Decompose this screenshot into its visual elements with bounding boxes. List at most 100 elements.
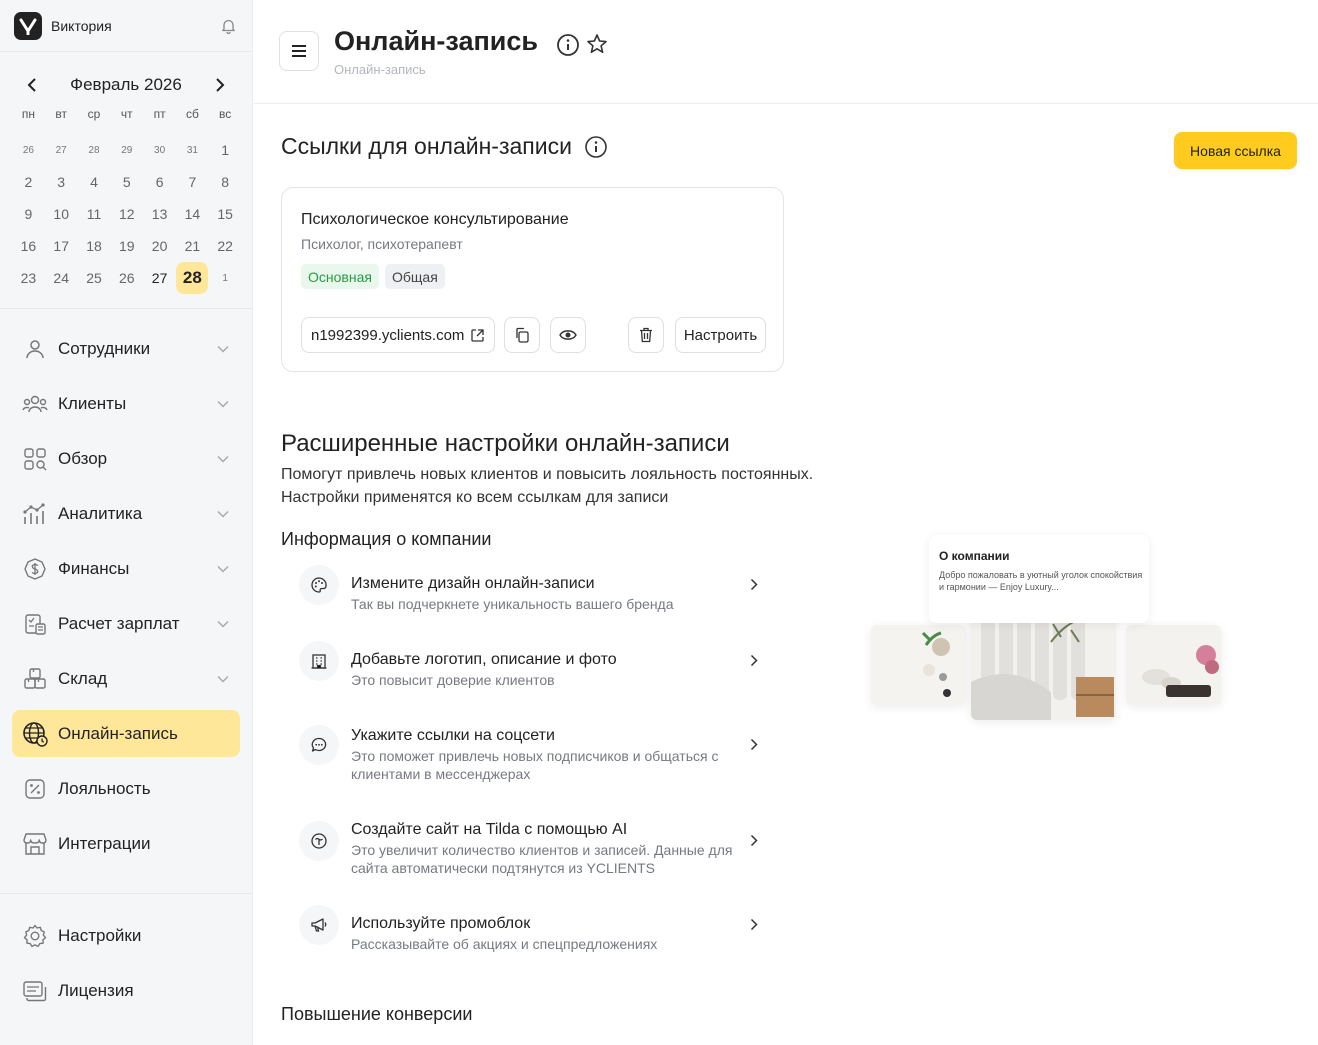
- info-icon[interactable]: [584, 135, 608, 159]
- calendar-day[interactable]: 17: [45, 230, 78, 262]
- chevron-right-icon[interactable]: [208, 73, 232, 97]
- sidebar-item-users[interactable]: Клиенты: [12, 380, 240, 427]
- sidebar-item-analytics[interactable]: Аналитика: [12, 490, 240, 537]
- option-description: Рассказывайте об акциях и спецпредложени…: [351, 936, 658, 952]
- bell-icon[interactable]: [218, 16, 238, 36]
- sidebar-item-percent[interactable]: Лояльность: [12, 765, 240, 812]
- calendar-day[interactable]: 26: [12, 134, 45, 166]
- calendar-day[interactable]: 18: [78, 230, 111, 262]
- sidebar-item-label: Лояльность: [58, 778, 151, 798]
- calendar-day[interactable]: 4: [78, 166, 111, 198]
- chevron-down-icon[interactable]: [216, 562, 230, 576]
- company-option-item[interactable]: Укажите ссылки на соцсети Это поможет при…: [281, 725, 771, 787]
- chevron-down-icon[interactable]: [216, 452, 230, 466]
- chevron-down-icon[interactable]: [216, 672, 230, 686]
- company-option-item[interactable]: Используйте промоблок Рассказывайте об ак…: [281, 905, 771, 975]
- calendar: Февраль 2026 пн вт ср чт пт сб вс 26 27 28 29 30 31 1…: [0, 52, 252, 294]
- sidebar-item-label: Лицензия: [58, 980, 134, 1000]
- sidebar-item-label: Расчет зарплат: [58, 613, 180, 633]
- page-title: Онлайн-запись: [334, 26, 538, 56]
- calendar-day[interactable]: 25: [78, 262, 111, 294]
- calendar-day[interactable]: 12: [110, 198, 143, 230]
- delete-button[interactable]: [628, 317, 664, 353]
- link-url-button[interactable]: n1992399.yclients.com: [301, 317, 495, 353]
- company-option-item[interactable]: Измените дизайн онлайн-записи Так вы подч…: [281, 565, 771, 635]
- calendar-day[interactable]: 9: [12, 198, 45, 230]
- calendar-day[interactable]: 3: [45, 166, 78, 198]
- main-content: Ссылки для онлайн-записи Новая ссылка Пс…: [254, 105, 1318, 1045]
- calendar-day[interactable]: 21: [176, 230, 209, 262]
- chevron-down-icon[interactable]: [216, 617, 230, 631]
- calendar-day[interactable]: 7: [176, 166, 209, 198]
- chevron-down-icon[interactable]: [216, 342, 230, 356]
- chevron-down-icon[interactable]: [216, 507, 230, 521]
- user-name[interactable]: Виктория: [51, 18, 218, 34]
- user-icon: [22, 336, 48, 362]
- calendar-day[interactable]: 10: [45, 198, 78, 230]
- option-title: Создайте сайт на Tilda с помощью AI: [351, 821, 628, 838]
- preview-photo-left: [871, 625, 966, 705]
- calendar-day[interactable]: 14: [176, 198, 209, 230]
- calendar-day[interactable]: 8: [209, 166, 242, 198]
- tag-common: Общая: [385, 264, 445, 289]
- calendar-day[interactable]: 24: [45, 262, 78, 294]
- calendar-day[interactable]: 11: [78, 198, 111, 230]
- calendar-day[interactable]: 1: [209, 134, 242, 166]
- preview-button[interactable]: [550, 317, 586, 353]
- company-option-item[interactable]: Создайте сайт на Tilda с помощью AI Это у…: [281, 821, 771, 881]
- calendar-day[interactable]: 27: [45, 134, 78, 166]
- calendar-day[interactable]: 22: [209, 230, 242, 262]
- new-link-button[interactable]: Новая ссылка: [1174, 132, 1297, 169]
- chevron-right-icon: [747, 917, 761, 931]
- sidebar-item-user[interactable]: Сотрудники: [12, 325, 240, 372]
- calendar-day-selected[interactable]: 28: [176, 262, 209, 294]
- calendar-weekday: вт: [55, 107, 67, 121]
- calendar-day[interactable]: 30: [143, 134, 176, 166]
- palette-icon: [299, 565, 339, 605]
- calendar-day[interactable]: 15: [209, 198, 242, 230]
- breadcrumb[interactable]: Онлайн-запись: [334, 62, 426, 77]
- calendar-day[interactable]: 1: [209, 262, 242, 294]
- copy-button[interactable]: [504, 317, 540, 353]
- trash-icon: [639, 327, 653, 343]
- payroll-icon: [22, 611, 48, 637]
- calendar-day[interactable]: 6: [143, 166, 176, 198]
- company-option-item[interactable]: Добавьте логотип, описание и фото Это пов…: [281, 641, 771, 711]
- sidebar-item-grid-search[interactable]: Обзор: [12, 435, 240, 482]
- calendar-weekday: ср: [87, 107, 101, 121]
- sidebar-item-payroll[interactable]: Расчет зарплат: [12, 600, 240, 647]
- link-url-text: n1992399.yclients.com: [311, 326, 465, 344]
- calendar-day[interactable]: 19: [110, 230, 143, 262]
- calendar-day[interactable]: 13: [143, 198, 176, 230]
- sidebar-item-globe[interactable]: Онлайн-запись: [12, 710, 240, 757]
- app-logo-icon[interactable]: [14, 11, 42, 40]
- star-icon[interactable]: [586, 33, 608, 60]
- sidebar-item-dollar[interactable]: Финансы: [12, 545, 240, 592]
- calendar-day[interactable]: 28: [78, 134, 111, 166]
- chevron-down-icon[interactable]: [216, 397, 230, 411]
- sidebar-item-boxes[interactable]: Склад: [12, 655, 240, 702]
- calendar-day[interactable]: 27: [143, 262, 176, 294]
- hamburger-menu-button[interactable]: [279, 31, 319, 71]
- sidebar-item-license[interactable]: Лицензия: [12, 967, 240, 1014]
- calendar-day[interactable]: 20: [143, 230, 176, 262]
- calendar-day[interactable]: 2: [12, 166, 45, 198]
- calendar-day[interactable]: 16: [12, 230, 45, 262]
- company-preview-illustration: О компании Добро пожаловать в уютный уго…: [871, 530, 1231, 730]
- setup-button[interactable]: Настроить: [675, 317, 766, 353]
- option-description: Это поможет привлечь новых подписчиков и…: [351, 748, 719, 782]
- calendar-day[interactable]: 23: [12, 262, 45, 294]
- chevron-left-icon[interactable]: [20, 73, 44, 97]
- calendar-weekday: сб: [185, 107, 199, 121]
- sidebar-item-gear[interactable]: Настройки: [12, 912, 240, 959]
- globe-icon: [22, 721, 48, 747]
- calendar-day[interactable]: 26: [110, 262, 143, 294]
- sidebar-item-store[interactable]: Интеграции: [12, 820, 240, 867]
- boxes-icon: [22, 666, 48, 692]
- calendar-day[interactable]: 31: [176, 134, 209, 166]
- info-icon[interactable]: [556, 33, 580, 62]
- license-icon: [22, 978, 48, 1004]
- calendar-day[interactable]: 29: [110, 134, 143, 166]
- topbar: Онлайн-запись Онлайн-запись: [254, 0, 1318, 104]
- calendar-day[interactable]: 5: [110, 166, 143, 198]
